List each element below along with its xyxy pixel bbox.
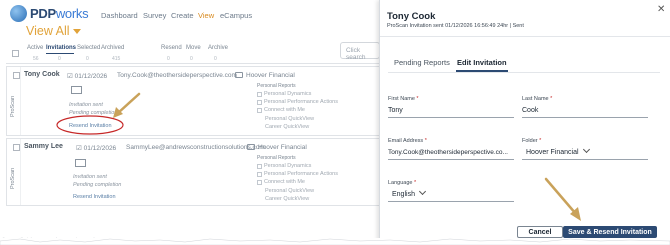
edit-invitation-panel: Tony Cook ProScan Invitation sent 01/12/… xyxy=(379,0,670,245)
cancel-button[interactable]: Cancel xyxy=(517,226,563,238)
save-resend-button[interactable]: Save & Resend Invitation xyxy=(563,226,657,238)
torn-edge xyxy=(0,238,670,245)
annotation-arrow xyxy=(544,177,581,221)
annotation-arrow-circle xyxy=(56,92,141,135)
